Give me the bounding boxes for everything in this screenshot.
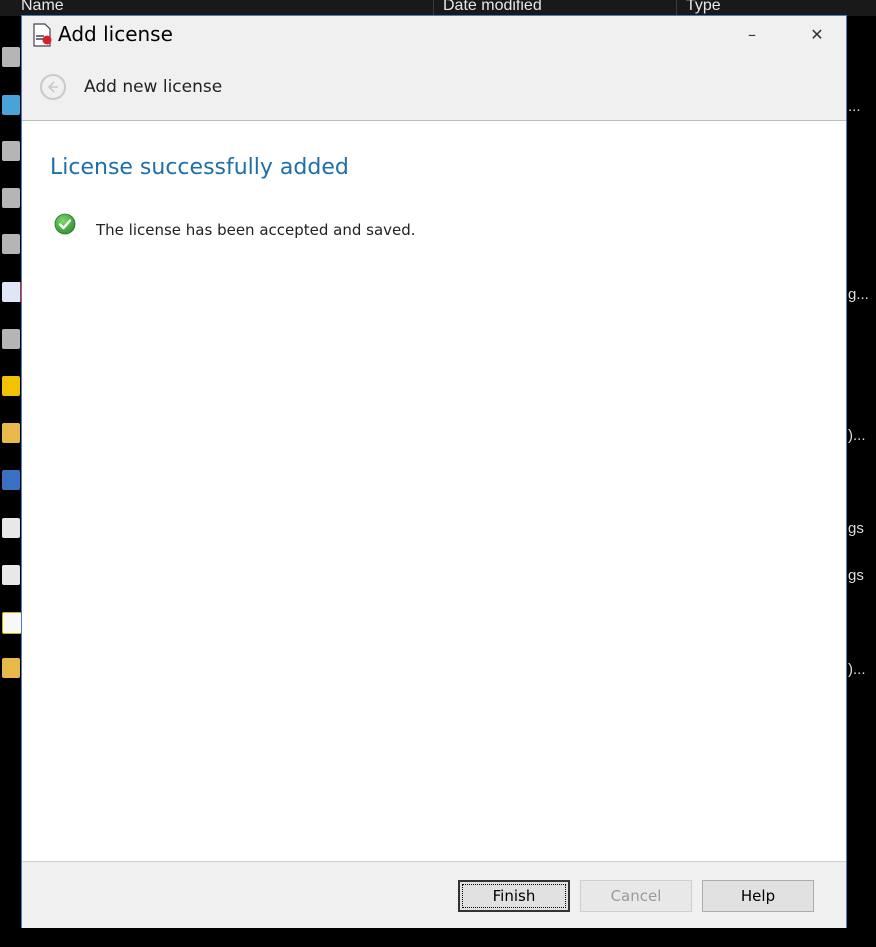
minimize-icon: – [748,24,756,44]
file-icon[interactable] [2,234,20,254]
finish-button[interactable]: Finish [458,880,570,912]
row-type-truncated: gs [848,567,864,584]
row-type-truncated: ... [848,98,861,115]
wizard-title: Add new license [84,77,223,97]
title-bar[interactable]: Add license – ✕ [22,16,846,56]
explorer-column-header: Name Date modified Type [0,0,876,16]
page-heading: License successfully added [50,155,349,180]
column-type[interactable]: Type [686,0,721,15]
help-button[interactable]: Help [702,880,814,912]
dialog-title: Add license [58,22,173,46]
column-divider[interactable] [676,0,677,16]
settings-file-icon[interactable] [2,565,20,585]
zip-folder-icon[interactable] [2,658,20,678]
json-file-icon[interactable] [2,612,22,634]
status-message: The license has been accepted and saved. [96,221,416,239]
close-button[interactable]: ✕ [794,16,840,52]
file-icon[interactable] [2,47,20,67]
file-icon[interactable] [2,329,20,349]
row-type-truncated: )... [848,427,866,444]
license-certificate-icon [33,23,52,47]
add-license-dialog: Add license – ✕ Add new license License … [21,15,847,928]
file-icon[interactable] [2,188,20,208]
disc-icon[interactable] [2,95,20,115]
settings-file-icon[interactable] [2,518,20,538]
column-name[interactable]: Name [21,0,64,15]
row-type-truncated: g... [848,286,869,303]
file-icon[interactable] [2,141,20,161]
column-date-modified[interactable]: Date modified [443,0,542,15]
dialog-footer: Finish Cancel Help [22,861,846,928]
wizard-content: License successfully added The license h… [22,121,846,861]
archive-icon[interactable] [2,376,20,396]
cancel-button: Cancel [580,880,692,912]
success-check-icon [54,213,76,235]
arrow-left-icon [47,81,58,93]
minimize-button[interactable]: – [729,16,775,52]
zip-folder-icon[interactable] [2,423,20,443]
column-divider[interactable] [433,0,434,16]
row-type-truncated: )... [848,661,866,678]
row-type-truncated: gs [848,520,864,537]
wizard-nav-bar: Add new license [22,56,846,121]
back-button[interactable] [40,74,66,100]
close-icon: ✕ [810,24,824,44]
shortcut-icon[interactable] [2,470,20,490]
